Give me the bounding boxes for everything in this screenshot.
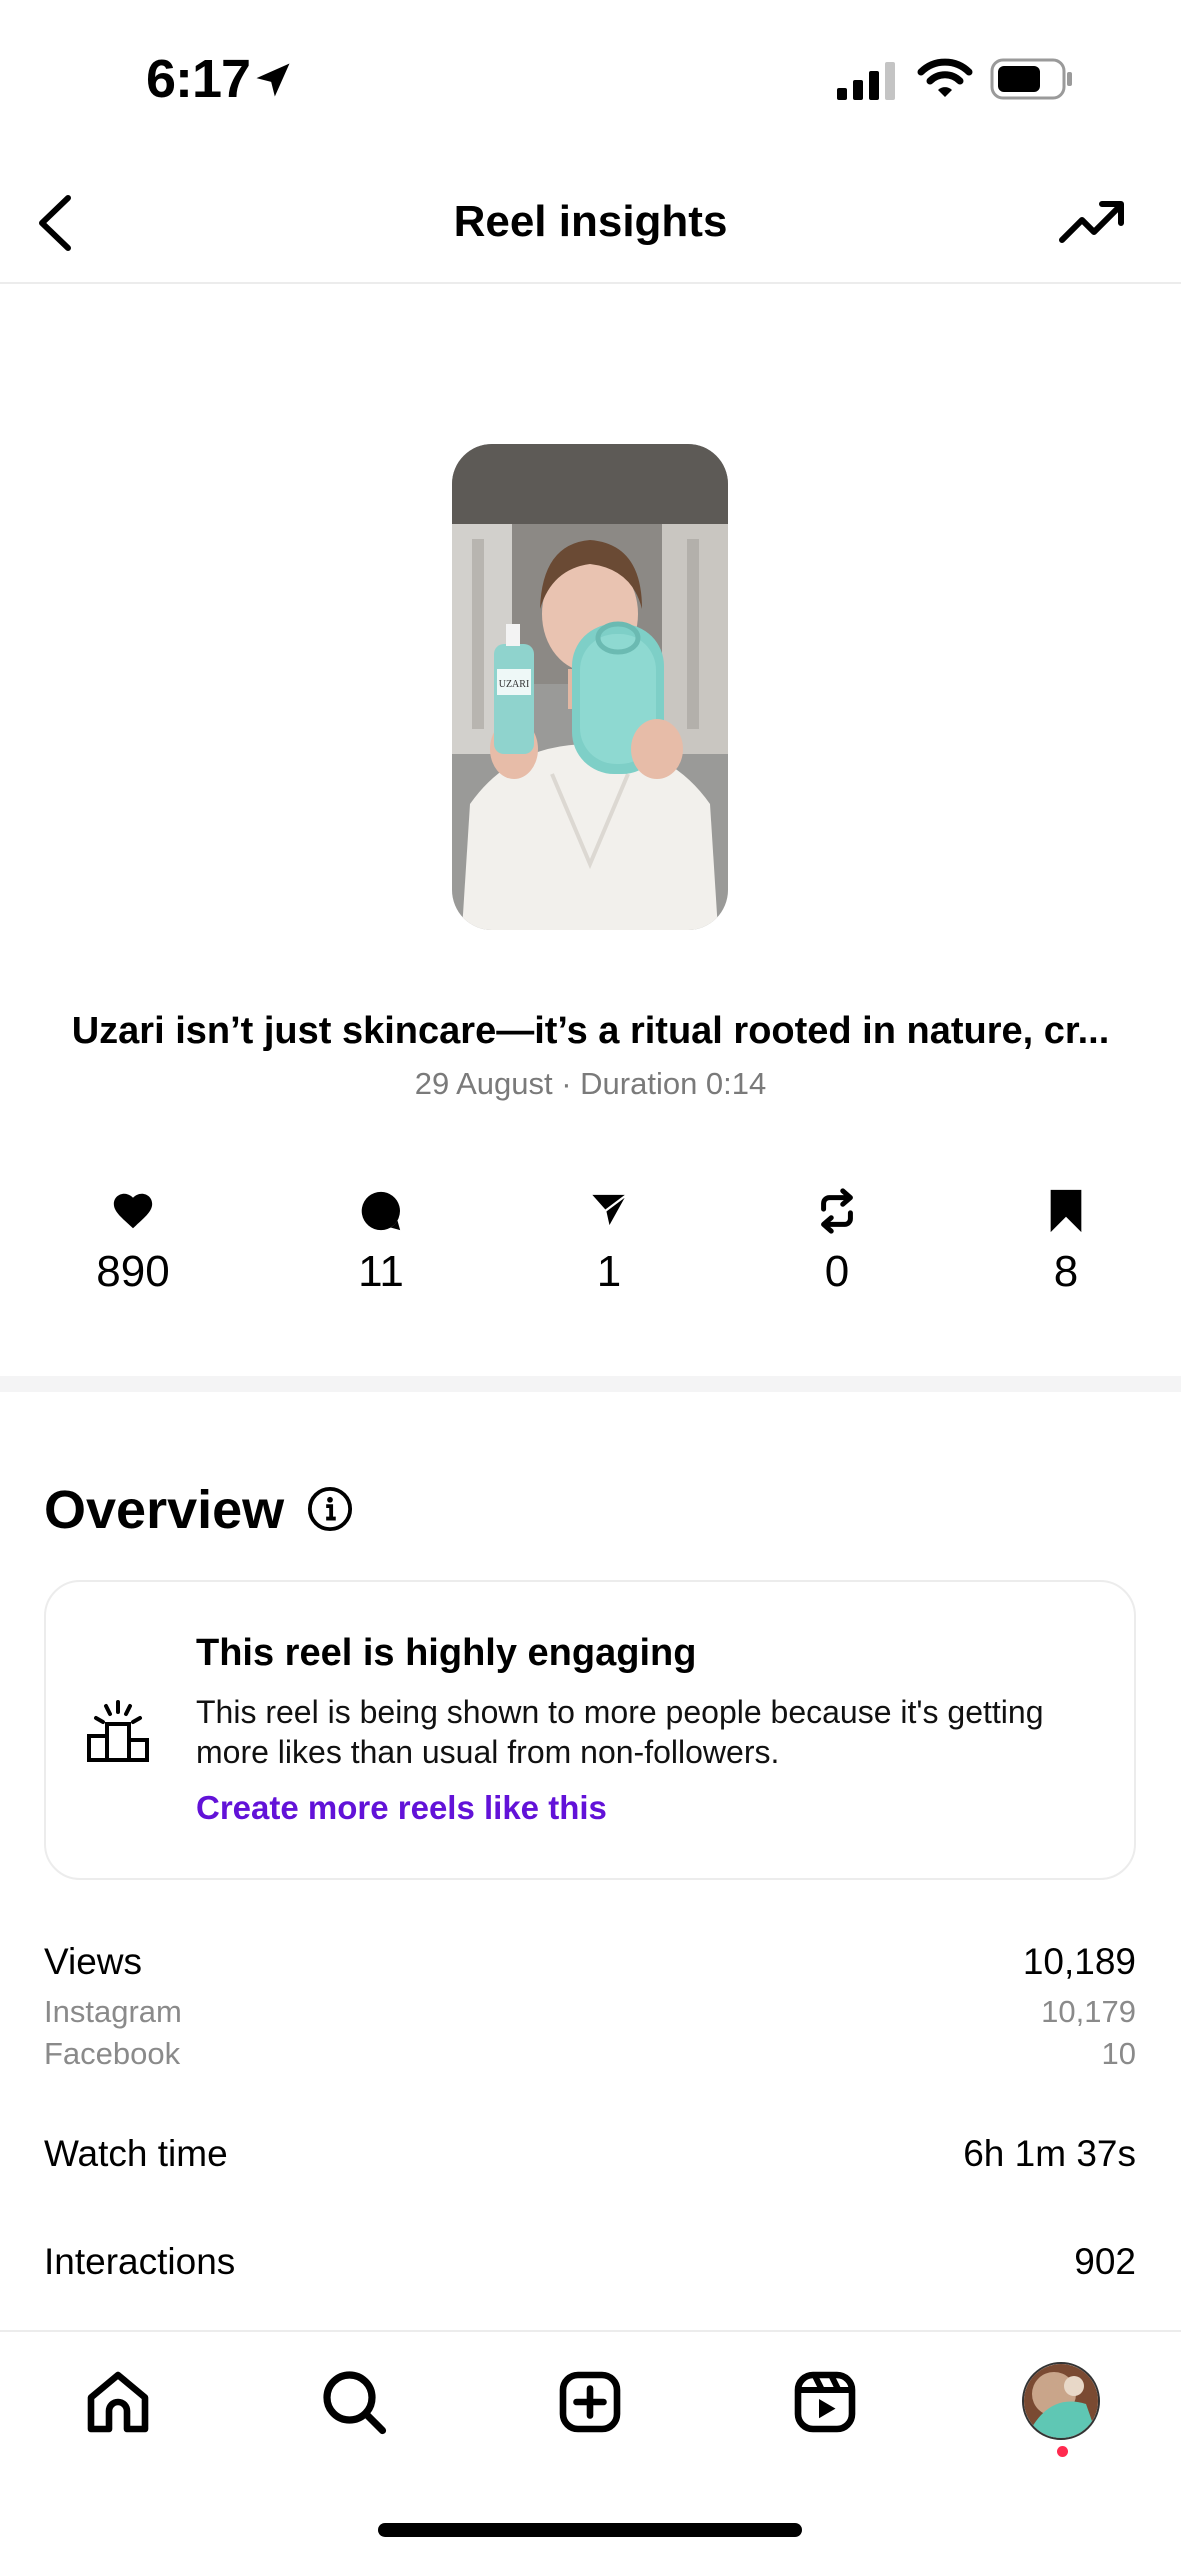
location-arrow-icon bbox=[256, 63, 290, 97]
saves-stat: 8 bbox=[966, 1188, 1166, 1302]
reels-icon[interactable] bbox=[789, 2366, 861, 2438]
interactions-value: 902 bbox=[1074, 2241, 1136, 2282]
reel-meta: 29 August · Duration 0:14 bbox=[414, 1066, 767, 1101]
create-more-reels-link[interactable]: Create more reels like this bbox=[196, 1786, 607, 1830]
section-divider bbox=[0, 1376, 1181, 1392]
instagram-label: Instagram bbox=[44, 1994, 182, 2029]
watch-time-label: Watch time bbox=[44, 2133, 228, 2174]
likes-count: 890 bbox=[96, 1247, 170, 1296]
overview-heading: Overview bbox=[44, 1480, 285, 1540]
comment-icon bbox=[361, 1191, 401, 1231]
card-title: This reel is highly engaging bbox=[196, 1632, 697, 1674]
podium-icon bbox=[87, 1700, 149, 1762]
reel-thumbnail[interactable]: UZARI bbox=[452, 444, 728, 930]
page-title: Reel insights bbox=[453, 197, 728, 246]
instagram-value: 10,179 bbox=[1041, 1994, 1136, 2029]
likes-stat: 890 bbox=[33, 1188, 233, 1302]
views-value: 10,189 bbox=[1022, 1941, 1136, 1982]
heart-icon bbox=[113, 1193, 153, 1229]
interactions-label: Interactions bbox=[44, 2241, 236, 2282]
shares-stat: 1 bbox=[509, 1188, 709, 1302]
facebook-value: 10 bbox=[1101, 2036, 1136, 2071]
watch-time-value: 6h 1m 37s bbox=[963, 2133, 1136, 2174]
wifi-icon bbox=[917, 58, 973, 97]
status-time: 6:17 bbox=[146, 49, 251, 109]
bottle-label: UZARI bbox=[499, 679, 530, 690]
repost-icon bbox=[821, 1188, 853, 1234]
trending-up-icon[interactable] bbox=[1058, 196, 1126, 248]
header-divider bbox=[0, 282, 1181, 284]
reel-caption: Uzari isn’t just skincare—it’s a ritual … bbox=[71, 1010, 1110, 1052]
cellular-signal-icon bbox=[837, 62, 895, 100]
notification-dot bbox=[1057, 2446, 1068, 2457]
search-icon[interactable] bbox=[318, 2366, 390, 2438]
share-icon bbox=[588, 1192, 630, 1230]
info-icon[interactable] bbox=[307, 1486, 353, 1532]
home-indicator bbox=[378, 2523, 802, 2537]
comments-count: 11 bbox=[358, 1247, 404, 1296]
card-body: This reel is being shown to more people … bbox=[196, 1694, 1044, 1770]
facebook-label: Facebook bbox=[44, 2036, 181, 2071]
create-icon[interactable] bbox=[554, 2366, 626, 2438]
shares-count: 1 bbox=[596, 1247, 622, 1296]
reposts-count: 0 bbox=[824, 1247, 850, 1296]
views-label: Views bbox=[44, 1941, 143, 1982]
battery-icon bbox=[990, 58, 1072, 100]
comments-stat: 11 bbox=[281, 1188, 481, 1302]
bookmark-icon bbox=[1050, 1189, 1082, 1233]
profile-avatar[interactable] bbox=[1022, 2362, 1100, 2440]
home-icon[interactable] bbox=[82, 2366, 154, 2438]
saves-count: 8 bbox=[1053, 1247, 1079, 1296]
reposts-stat: 0 bbox=[737, 1188, 937, 1302]
